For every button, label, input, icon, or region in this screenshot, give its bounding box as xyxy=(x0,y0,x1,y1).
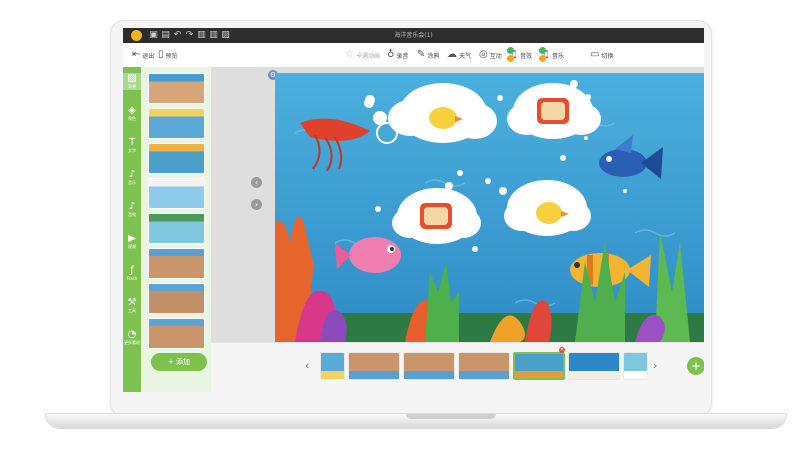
filmstrip-thumbnail[interactable] xyxy=(403,352,455,380)
slide-thumbnail[interactable] xyxy=(148,213,205,244)
text-icon: T xyxy=(128,137,136,148)
tool-animation[interactable]: ☆ 卡通动画 xyxy=(345,49,380,61)
rail-sound[interactable]: ♪ 音效 xyxy=(123,201,141,218)
rail-video-label: 视频 xyxy=(128,244,136,249)
video-icon: ▶ xyxy=(128,233,136,244)
back-button-label: 退出 xyxy=(142,52,155,60)
tool-transition-label: 切换 xyxy=(601,52,614,60)
status-badge xyxy=(507,55,514,62)
filmstrip-thumbnail[interactable] xyxy=(568,352,620,380)
tool-transition[interactable]: ▭ 切换 xyxy=(590,49,613,61)
rail-music[interactable]: ♪ 音乐 xyxy=(123,169,141,186)
tool-interact-label: 互动 xyxy=(489,52,502,60)
flash-icon: ƒ xyxy=(130,265,134,276)
tool-weather[interactable]: ☁ 天气 xyxy=(447,49,471,61)
note-icon: ♪ xyxy=(128,201,136,212)
tool-interact[interactable]: ◎ 互动 xyxy=(479,49,502,61)
mic-icon: ♁ xyxy=(387,49,395,60)
tool-record[interactable]: ♁ 录音 xyxy=(387,49,408,61)
more-icon: ◔ xyxy=(127,329,137,340)
rail-sound-label: 音效 xyxy=(128,212,136,217)
filmstrip-next-icon[interactable]: › xyxy=(653,359,657,372)
back-button[interactable]: ⇤ 退出 xyxy=(132,49,154,61)
status-badge xyxy=(507,47,514,54)
editor-area: ⚙ ‹ › xyxy=(211,67,704,342)
tool-animation-label: 卡通动画 xyxy=(355,52,380,60)
window-title: 海洋音乐会(1) xyxy=(394,32,433,39)
rail-tools-label: 工具 xyxy=(128,308,136,313)
preview-button-label: 预览 xyxy=(165,52,178,60)
filmstrip-add-icon[interactable]: + xyxy=(687,357,704,375)
preview-button[interactable]: ▯ 预览 xyxy=(158,49,178,61)
slide-thumbnail[interactable] xyxy=(148,108,205,139)
slide-list: + 添加 xyxy=(141,67,211,392)
filmstrip-prev-icon[interactable]: ‹ xyxy=(305,359,309,372)
rail-video[interactable]: ▶ 视频 xyxy=(123,233,141,250)
book-icon: ▯ xyxy=(158,49,164,60)
slide-thumbnail[interactable] xyxy=(148,73,205,104)
tool-record-label: 录音 xyxy=(396,52,409,60)
status-badge xyxy=(539,55,546,62)
tool-music-label: 音乐 xyxy=(551,52,564,60)
filmstrip-thumbnail[interactable] xyxy=(458,352,510,380)
rail-music-label: 音乐 xyxy=(128,180,136,185)
main-toolbar: ⇤ 退出 ▯ 预览 ☆ 卡通动画 ♁ 录音 ✎ 涂鸦 ☁ 天气 ◎ 互动 ♫ 音效 ♫ 音乐 ▭ 切换 xyxy=(123,43,704,68)
rail-flash-label: Flash xyxy=(126,276,138,281)
delete-icon[interactable]: × xyxy=(559,347,565,353)
laptop-base xyxy=(45,413,787,429)
tool-paint-label: 涂鸦 xyxy=(427,52,440,60)
star-icon: ☆ xyxy=(345,49,354,60)
add-slide-button[interactable]: + 添加 xyxy=(151,353,207,371)
rail-text[interactable]: T 文字 xyxy=(123,137,141,154)
image-icon: ▨ xyxy=(127,73,137,84)
rail-character[interactable]: ◈ 角色 xyxy=(123,105,141,122)
rail-background[interactable]: ▨ 背景 xyxy=(123,73,141,90)
filmstrip-thumbnail[interactable] xyxy=(513,352,565,380)
brush-icon: ✎ xyxy=(417,49,426,60)
tool-paint[interactable]: ✎ 涂鸦 xyxy=(417,49,439,61)
cube-icon: ◈ xyxy=(128,105,136,116)
next-slide-icon[interactable]: › xyxy=(251,199,262,210)
left-rail: ▨ 背景 ◈ 角色 T 文字 ♪ 音乐 ♪ 音效 ▶ 视频 ƒ Flash ⚒ 工具 ◔ 更多素材 xyxy=(123,67,141,392)
rail-flash[interactable]: ƒ Flash xyxy=(123,265,141,282)
tool-weather-label: 天气 xyxy=(459,52,472,60)
title-bar: ▣ ▤ ↶ ↷ ▥ ▥ ▨ 海洋音乐会(1) xyxy=(123,28,704,43)
laptop-notch xyxy=(406,414,496,419)
rail-background-label: 背景 xyxy=(128,84,136,89)
filmstrip-thumbnail[interactable] xyxy=(348,352,400,380)
rail-more-label: 更多素材 xyxy=(124,340,140,345)
slide-canvas[interactable] xyxy=(275,73,704,342)
filmstrip-thumbnail[interactable] xyxy=(623,352,648,380)
prev-slide-icon[interactable]: ‹ xyxy=(251,177,262,188)
filmstrip: ‹ › + × xyxy=(211,342,704,392)
pin-icon: ◎ xyxy=(479,49,488,60)
rail-tools[interactable]: ⚒ 工具 xyxy=(123,297,141,314)
transition-icon: ▭ xyxy=(590,49,600,60)
slide-thumbnail[interactable] xyxy=(148,283,205,314)
slide-thumbnail[interactable] xyxy=(148,248,205,279)
slide-thumbnail[interactable] xyxy=(148,143,205,174)
slide-thumbnail[interactable] xyxy=(148,178,205,209)
slide-thumbnail[interactable] xyxy=(148,318,205,349)
tool-sound-label: 音效 xyxy=(519,52,532,60)
app-window: ▣ ▤ ↶ ↷ ▥ ▥ ▨ 海洋音乐会(1) ⇤ 退出 ▯ 预览 ☆ 卡通动画 ♁ 录音 ✎ 涂鸦 ☁ 天气 ◎ 互动… xyxy=(123,28,704,392)
rail-text-label: 文字 xyxy=(128,148,136,153)
rail-more[interactable]: ◔ 更多素材 xyxy=(123,329,141,346)
status-badge xyxy=(539,47,546,54)
filmstrip-thumbnail[interactable] xyxy=(320,352,345,380)
weather-icon: ☁ xyxy=(447,49,457,60)
tool-icon: ⚒ xyxy=(127,297,137,308)
back-icon: ⇤ xyxy=(132,49,141,60)
note-icon: ♪ xyxy=(128,169,136,180)
rail-character-label: 角色 xyxy=(128,116,136,121)
